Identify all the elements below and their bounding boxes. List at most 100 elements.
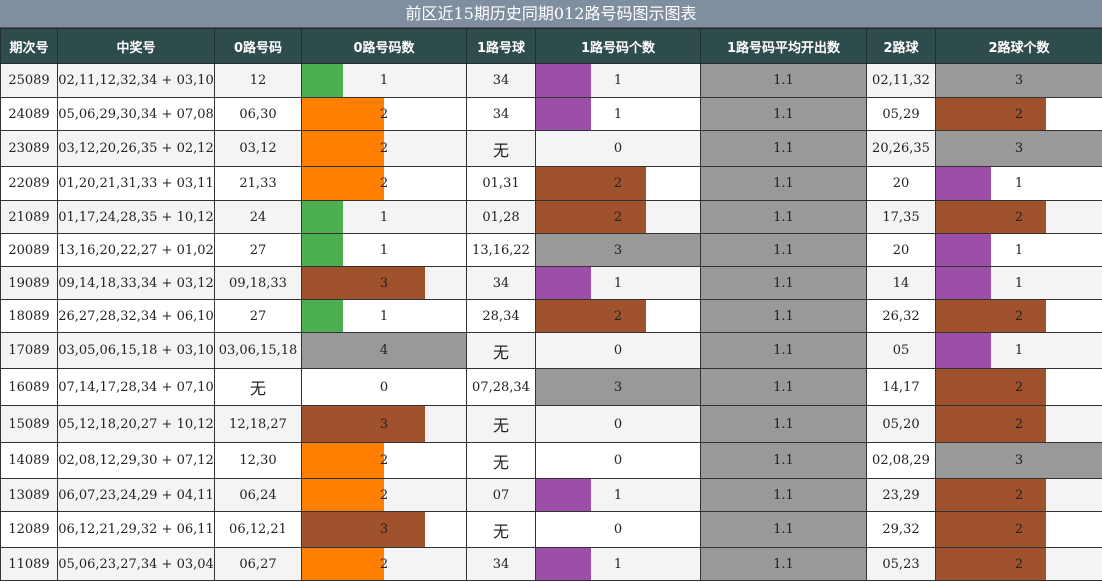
issue-cell-text: 19089 [8,275,50,291]
zero-count-cell: 1 [301,200,467,234]
one-route-cell-text: 34 [492,275,510,291]
one-route-cell: 01,28 [466,200,536,234]
one-average-cell-text: 1.1 [773,73,794,88]
issue-cell: 19089 [0,266,58,300]
numbers-cell: 06,12,21,29,32 + 06,11 [57,511,215,548]
one-average-cell: 1.1 [700,368,867,406]
one-count-cell-text: 1 [613,275,623,291]
two-route-cell: 20 [866,233,936,267]
zero-route-cell: 27 [214,299,302,333]
one-average-cell-text: 1.1 [773,343,794,358]
one-route-cell-text: 无 [492,416,509,435]
table-row: 18089 26,27,28,32,34 + 06,10 27 1 28,34 2 1.1 2… [0,299,1102,333]
two-count-cell: 1 [935,166,1102,201]
table-row: 24089 05,06,29,30,34 + 07,08 06,30 2 34 1 1.1 0… [0,97,1102,131]
zero-route-cell: 21,33 [214,166,302,201]
zero-route-cell: 24 [214,200,302,234]
one-count-cell: 0 [535,332,701,369]
two-count-cell-text: 2 [1014,379,1024,395]
one-average-cell-text: 1.1 [773,141,794,156]
numbers-cell-text: 02,11,12,32,34 + 03,10 [58,73,214,88]
numbers-cell: 07,14,17,28,34 + 07,10 [57,368,215,406]
two-count-cell-text: 2 [1014,522,1024,537]
zero-count-cell-bar [302,479,384,511]
one-average-cell: 1.1 [700,266,867,300]
two-count-cell-text: 2 [1014,209,1024,225]
two-count-cell: 2 [935,368,1102,406]
two-route-cell-text: 14 [892,275,910,291]
two-route-cell: 23,29 [866,478,936,512]
one-count-cell-bar [536,267,591,299]
two-count-cell: 1 [935,266,1102,300]
numbers-cell: 02,08,12,29,30 + 07,12 [57,442,215,479]
zero-count-cell-text: 1 [379,73,389,88]
zero-route-cell: 09,18,33 [214,266,302,300]
two-count-cell-text: 2 [1014,416,1024,432]
one-route-cell: 34 [466,547,536,581]
zero-count-cell: 2 [301,547,467,581]
table-row: 17089 03,05,06,15,18 + 03,10 03,06,15,18 4 无… [0,332,1102,369]
one-count-cell: 1 [535,478,701,512]
one-count-cell: 2 [535,166,701,201]
zero-count-cell: 0 [301,368,467,406]
zero-count-cell-bar [302,406,425,442]
numbers-cell: 05,06,23,27,34 + 03,04 [57,547,215,581]
zero-count-cell-bar [302,131,384,166]
one-count-cell-bar [536,479,591,511]
two-route-cell-text: 02,11,32 [872,73,930,88]
numbers-cell: 03,12,20,26,35 + 02,12 [57,130,215,167]
table-row: 15089 05,12,18,20,27 + 10,12 12,18,27 3 无 0 1.… [0,405,1102,443]
two-route-cell: 05,20 [866,405,936,443]
numbers-cell: 01,20,21,31,33 + 03,11 [57,166,215,201]
one-route-cell-text: 无 [492,452,509,472]
table-row: 16089 07,14,17,28,34 + 07,10 无 0 07,28,34 3 1.… [0,368,1102,406]
zero-count-cell: 2 [301,130,467,167]
one-route-cell-text: 34 [492,106,510,122]
two-route-cell-text: 26,32 [882,308,920,324]
one-average-cell: 1.1 [700,97,867,131]
one-route-cell: 34 [466,63,536,98]
zero-count-cell-text: 3 [379,522,389,537]
zero-route-cell: 12,18,27 [214,405,302,443]
two-route-cell-text: 14,17 [882,379,920,395]
issue-cell-text: 21089 [8,209,50,225]
history-table: 期次号 中奖号 0路号码 0路号码数 1路号球 1路号码个数 1路号码平均开出数… [0,28,1102,581]
zero-route-cell-text: 12,30 [239,453,277,468]
numbers-cell-text: 09,14,18,33,34 + 03,12 [58,275,214,291]
numbers-cell-text: 01,17,24,28,35 + 10,12 [58,209,214,225]
header-issue: 期次号 [0,28,58,64]
one-average-cell: 1.1 [700,405,867,443]
one-count-cell-text: 1 [613,487,623,503]
table-row: 12089 06,12,21,29,32 + 06,11 06,12,21 3 无 0 1.… [0,511,1102,548]
numbers-cell-text: 13,16,20,22,27 + 01,02 [58,242,214,258]
numbers-cell: 05,12,18,20,27 + 10,12 [57,405,215,443]
header-one-count: 1路号码个数 [535,28,701,64]
zero-count-cell-bar [302,201,343,233]
table-row: 25089 02,11,12,32,34 + 03,10 12 1 34 1 1.1 02,1… [0,63,1102,98]
zero-route-cell-text: 21,33 [239,176,277,191]
two-route-cell: 02,08,29 [866,442,936,479]
one-count-cell-bar [536,167,646,200]
one-route-cell-text: 28,34 [482,308,520,324]
two-route-cell: 05,23 [866,547,936,581]
table-row: 22089 01,20,21,31,33 + 03,11 21,33 2 01,31 2 1… [0,166,1102,201]
one-count-cell-text: 1 [613,73,623,88]
one-count-cell-bar [536,98,591,130]
one-count-cell-bar [536,64,591,97]
numbers-cell: 09,14,18,33,34 + 03,12 [57,266,215,300]
zero-route-cell-text: 12,18,27 [229,416,287,432]
one-count-cell: 1 [535,63,701,98]
one-route-cell: 13,16,22 [466,233,536,267]
two-route-cell-text: 23,29 [882,487,920,503]
zero-count-cell-bar [302,548,384,580]
two-route-cell: 05 [866,332,936,369]
table-row: 13089 06,07,23,24,29 + 04,11 06,24 2 07 1 1.1 2… [0,478,1102,512]
two-count-cell-bar [936,201,1046,233]
zero-route-cell-text: 无 [249,379,266,398]
one-count-cell-text: 0 [613,453,623,468]
one-average-cell-text: 1.1 [773,106,794,122]
zero-count-cell-text: 1 [379,308,389,324]
issue-cell: 22089 [0,166,58,201]
numbers-cell: 03,05,06,15,18 + 03,10 [57,332,215,369]
issue-cell: 24089 [0,97,58,131]
